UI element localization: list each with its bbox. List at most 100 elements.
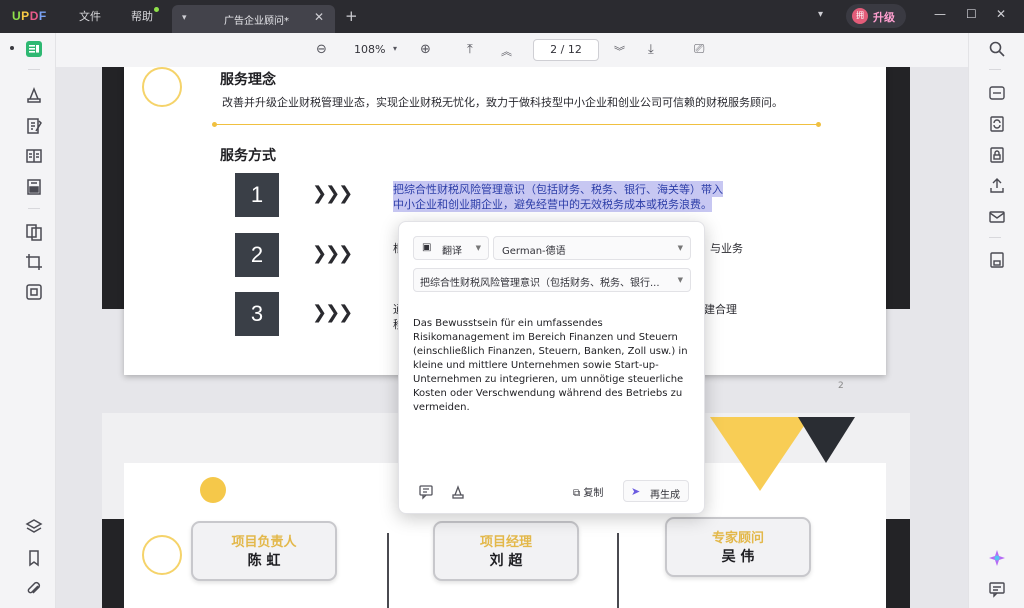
selected-text-line2[interactable]: 中小企业和创业期企业，避免经营中的无效税务成本或税务浪费。 [393, 196, 712, 212]
active-indicator [10, 46, 14, 50]
comment-list-icon[interactable] [987, 579, 1007, 599]
share-icon[interactable] [987, 176, 1007, 196]
chevrons-icon: ❯❯❯ [312, 183, 353, 204]
step-number: 1 [235, 173, 279, 217]
chevrons-icon: ❯❯❯ [312, 302, 353, 323]
updf-logo[interactable]: UPDF [12, 9, 47, 23]
next-page-icon[interactable]: ︾ [614, 43, 625, 59]
decorative-circle [142, 535, 182, 575]
minimize-icon[interactable]: — [934, 7, 946, 21]
heading-service-method: 服务方式 [220, 148, 276, 164]
language-label: German-德语 [502, 246, 566, 257]
add-tab-button[interactable]: + [345, 7, 358, 25]
mail-icon[interactable] [987, 207, 1007, 227]
ocr-text-icon[interactable] [987, 83, 1007, 103]
zoom-in-icon[interactable]: ⊕ [420, 42, 431, 57]
bookmark-icon[interactable] [24, 548, 44, 568]
decorative-circle [142, 67, 182, 107]
right-toolbar [968, 33, 1024, 608]
attachment-icon[interactable] [24, 579, 44, 599]
insert-comment-icon[interactable] [418, 484, 434, 500]
divider-line [216, 124, 818, 125]
layers-icon[interactable] [24, 517, 44, 537]
edit-pdf-icon[interactable] [24, 116, 44, 136]
decorative-dot [200, 477, 226, 503]
divider [989, 237, 1001, 238]
step3-text-fragment: 建合理 [704, 303, 737, 316]
team-card: 项目经理 刘 超 [433, 521, 579, 581]
menu-help[interactable]: 帮助 [131, 8, 153, 24]
copy-icon: ⧉ [573, 488, 581, 499]
title-bar: UPDF 文件 帮助 ▾ 广告企业顾问* ✕ + ▾ 拥 升级 — ☐ ✕ [0, 0, 1024, 33]
first-page-icon[interactable]: ⤒ [467, 42, 473, 57]
close-window-icon[interactable]: ✕ [996, 7, 1006, 21]
decorative-triangles [710, 417, 855, 491]
regenerate-button[interactable]: ➤ 再生成 [623, 480, 689, 502]
protect-icon[interactable] [987, 145, 1007, 165]
total-pages: 12 [567, 43, 582, 56]
language-select[interactable]: German-德语 ▼ [493, 236, 691, 260]
search-icon[interactable] [987, 39, 1007, 59]
organize-pages-icon[interactable] [24, 222, 44, 242]
reader-mode-icon[interactable] [24, 39, 44, 59]
step-number: 3 [235, 292, 279, 336]
mode-label: 翻译 [442, 246, 462, 257]
translation-result[interactable]: Das Bewusstsein für ein umfassendes Risi… [413, 317, 693, 415]
convert-icon[interactable] [987, 114, 1007, 134]
translate-icon: ▣ [422, 242, 432, 253]
copy-button[interactable]: ⧉ 复制 [573, 484, 603, 499]
prev-page-icon[interactable]: ︽ [501, 43, 512, 59]
maximize-icon[interactable]: ☐ [966, 7, 977, 21]
team-card: 专家顾问 吴 伟 [665, 517, 811, 577]
connector-line [617, 533, 619, 608]
step-number: 2 [235, 233, 279, 277]
ai-assistant-icon[interactable] [987, 548, 1007, 568]
source-text: 把综合性财税风险管理意识（包括财务、税务、银行... [420, 278, 660, 289]
comment-tool-icon[interactable] [24, 85, 44, 105]
save-icon[interactable] [987, 250, 1007, 270]
heading-service-idea: 服务理念 [220, 72, 276, 88]
chevron-down-icon: ▼ [677, 244, 683, 252]
upgrade-button[interactable]: 拥 升级 [846, 4, 906, 28]
view-toolbar: ⊖ 108% ▾ ⊕ ⤒ ︽ 2 / 12 ︾ ⤓ ⎚ [56, 33, 968, 67]
upgrade-label: 升级 [873, 11, 895, 24]
zoom-dropdown-icon[interactable]: ▾ [393, 44, 397, 53]
document-tab[interactable]: ▾ 广告企业顾问* ✕ [172, 5, 335, 33]
close-tab-icon[interactable]: ✕ [314, 10, 324, 24]
left-toolbar [0, 33, 56, 608]
selected-text-line1[interactable]: 把综合性财税风险管理意识（包括财务、税务、银行、海关等）带入 [393, 181, 723, 197]
divider [28, 69, 40, 70]
form-icon[interactable] [24, 177, 44, 197]
chevron-down-icon: ▼ [475, 244, 481, 252]
avatar: 拥 [852, 8, 868, 24]
page-organize-icon[interactable] [24, 146, 44, 166]
tab-dropdown-icon[interactable]: ▾ [182, 13, 187, 23]
highlight-icon[interactable] [450, 484, 466, 500]
step2-text-fragment: 与业务 [710, 242, 743, 255]
notification-dot [154, 7, 159, 12]
current-page[interactable]: 2 [550, 43, 557, 56]
tab-title: 广告企业顾问* [224, 16, 289, 27]
ocr-icon[interactable] [24, 282, 44, 302]
translate-popup: ▣ 翻译 ▼ German-德语 ▼ 把综合性财税风险管理意识（包括财务、税务、… [398, 221, 705, 514]
page-indicator[interactable]: 2 / 12 [533, 39, 599, 61]
connector-line [387, 533, 389, 608]
team-card: 项目负责人 陈 虹 [191, 521, 337, 581]
chevron-down-icon: ▼ [677, 276, 683, 284]
zoom-out-icon[interactable]: ⊖ [316, 42, 327, 57]
mode-select[interactable]: ▣ 翻译 ▼ [413, 236, 489, 260]
divider [28, 208, 40, 209]
crop-icon[interactable] [24, 252, 44, 272]
last-page-icon[interactable]: ⤓ [648, 42, 654, 57]
chevron-down-icon[interactable]: ▾ [818, 9, 823, 20]
chevrons-icon: ❯❯❯ [312, 243, 353, 264]
service-idea-text: 改善并升级企业财税管理业态，实现企业财税无忧化，致力于做科技型中小企业和创业公司… [222, 96, 783, 109]
presentation-icon[interactable]: ⎚ [694, 42, 704, 57]
source-text-select[interactable]: 把综合性财税风险管理意识（包括财务、税务、银行... ▼ [413, 268, 691, 292]
divider-dot [816, 122, 821, 127]
menu-file[interactable]: 文件 [79, 8, 101, 24]
zoom-level[interactable]: 108% [354, 43, 385, 56]
divider [989, 69, 1001, 70]
send-icon: ➤ [631, 485, 641, 498]
page-number: 2 [838, 381, 844, 391]
